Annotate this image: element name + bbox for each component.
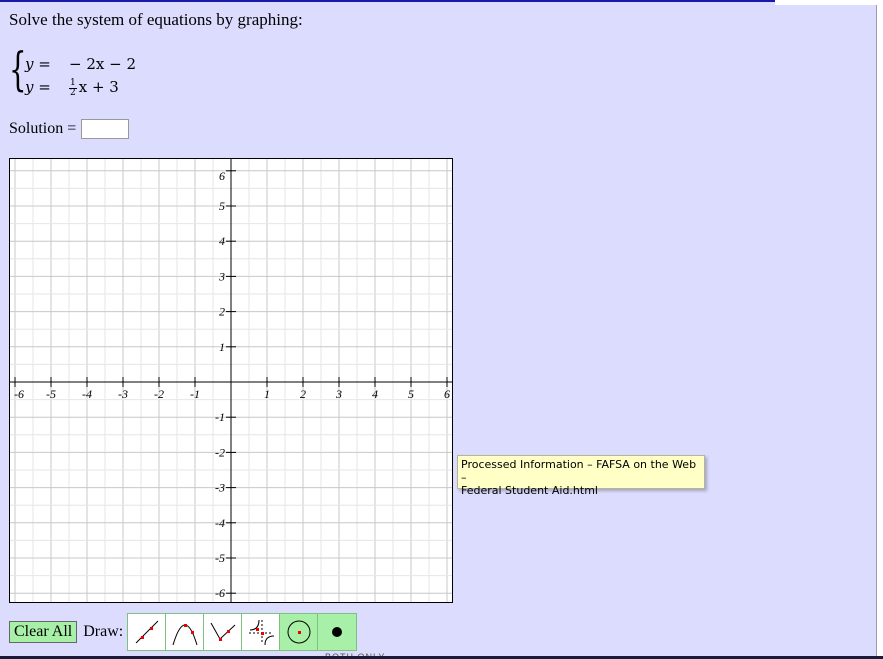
point-tool-button[interactable] [318, 614, 357, 650]
hyperbola-tool-button[interactable] [242, 614, 281, 650]
equation-system: { y = − 2x − 2 y = 1 2 x + 3 [9, 46, 149, 100]
circle-icon [287, 620, 311, 644]
y-tick-label: -6 [215, 586, 225, 600]
y-tick-label: 6 [219, 169, 225, 183]
line-tool-button[interactable] [128, 614, 167, 650]
question-prompt: Solve the system of equations by graphin… [9, 10, 303, 29]
x-tick-label: -6 [14, 387, 24, 401]
x-tick-label: -1 [190, 387, 200, 401]
parabola-tool-button[interactable] [166, 614, 205, 650]
equation-1-rhs: − 2x − 2 [69, 55, 136, 73]
draw-tools [127, 613, 358, 651]
y-tick-label: 3 [218, 269, 225, 283]
hyperbola-icon [248, 619, 274, 646]
absolute-value-tool-button[interactable] [204, 614, 243, 650]
graph-canvas[interactable]: -6 -5 -4 -3 -2 -1 1 2 3 4 5 6 6 5 4 3 2 1 -1 -2 -3 -4 -5 -6 [9, 158, 453, 603]
y-tick-label: 1 [219, 340, 225, 354]
y-tick-label: 5 [219, 199, 225, 213]
line-icon [135, 620, 159, 644]
equation-2-rhs: 1 2 x + 3 [69, 78, 119, 98]
equation-2: y = 1 2 x + 3 [25, 78, 119, 97]
x-tick-label: -4 [82, 387, 92, 401]
top-border [0, 0, 775, 2]
draw-toolbar: Clear All Draw: [9, 613, 358, 651]
point-icon [332, 627, 343, 637]
x-tick-label: -2 [154, 387, 164, 401]
y-tick-label: -5 [215, 551, 225, 565]
equation-1: y = − 2x − 2 [25, 55, 136, 74]
tooltip-line-2: Federal Student Aid.html [461, 484, 598, 497]
x-tick-label: 1 [264, 387, 270, 401]
absolute-value-icon [210, 622, 236, 641]
equation-2-rhs-rest: x + 3 [78, 78, 119, 96]
y-tick-label: 4 [219, 234, 225, 248]
x-tick-label: -5 [46, 387, 56, 401]
y-tick-label: -2 [215, 445, 225, 459]
fraction: 1 2 [69, 77, 77, 98]
y-tick-label: -3 [215, 481, 225, 495]
right-edge-strip [877, 5, 883, 659]
x-tick-label: 4 [372, 387, 378, 401]
solution-label: Solution = [9, 120, 77, 137]
top-right-strip [775, 0, 883, 5]
solution-row: Solution = [9, 119, 130, 139]
solution-input[interactable] [81, 119, 130, 139]
x-tick-label: 3 [335, 387, 342, 401]
equation-1-lhs: y = [25, 55, 51, 73]
equation-2-lhs: y = [25, 78, 51, 96]
y-tick-label: -4 [215, 516, 225, 530]
tooltip: Processed Information – FAFSA on the Web… [457, 455, 705, 497]
x-tick-label: 6 [444, 387, 450, 401]
parabola-icon [172, 624, 198, 646]
x-tick-label: -3 [118, 387, 128, 401]
left-brace: { [9, 42, 27, 96]
x-tick-label: 5 [408, 387, 414, 401]
circle-tool-button[interactable] [280, 614, 319, 650]
fraction-numerator: 1 [69, 77, 77, 89]
coordinate-plane[interactable]: -6 -5 -4 -3 -2 -1 1 2 3 4 5 6 6 5 4 3 2 1 -1 -2 -3 -4 -5 -6 [10, 159, 452, 602]
tooltip-line-1: Processed Information – FAFSA on the Web… [461, 458, 697, 484]
draw-label: Draw: [83, 623, 124, 640]
fraction-denominator: 2 [70, 87, 76, 98]
y-tick-label: 2 [219, 305, 225, 319]
clear-all-button[interactable]: Clear All [9, 621, 78, 643]
x-tick-label: 2 [300, 387, 306, 401]
y-tick-label: -1 [215, 410, 225, 424]
